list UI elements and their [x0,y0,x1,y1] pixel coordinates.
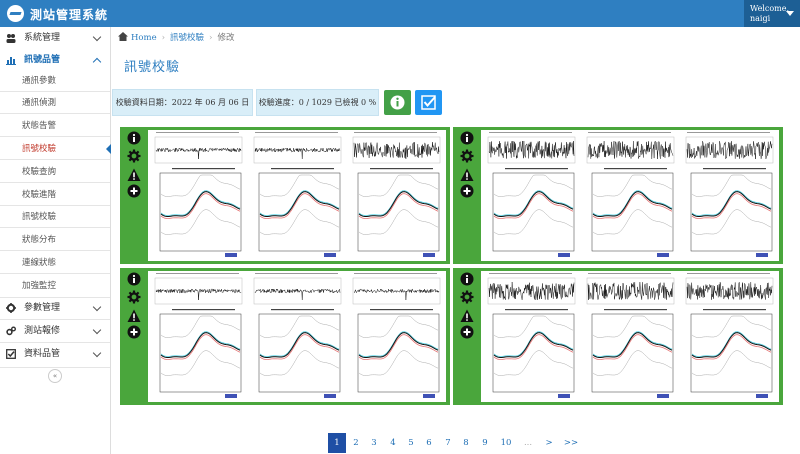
warning-icon[interactable] [127,309,141,323]
page-10-button[interactable]: 10 [497,433,515,453]
plot-panel [481,271,779,402]
app-title: 測站管理系統 [30,8,109,22]
page-3-button[interactable]: 3 [365,433,383,453]
plot-panel [481,130,779,261]
logo-icon [7,5,24,22]
sidebar-item-connection-status[interactable]: 連線狀態 [0,253,110,273]
page-4-button[interactable]: 4 [384,433,402,453]
check-date-box: 校驗資料日期：2022 年 06 月 06 日 [112,89,253,116]
sidebar-group-params[interactable]: 參數管理 [0,297,110,319]
chevron-down-icon [92,348,102,358]
check-progress-box: 校驗進度：0 / 1029 已檢視 0 % [256,89,379,116]
plus-icon[interactable] [127,184,141,198]
sidebar-collapse-button[interactable]: « [48,369,62,383]
last-page-button[interactable]: >> [562,433,580,453]
page-5-button[interactable]: 5 [402,433,420,453]
sidebar-group-repair[interactable]: 測站報修 [0,320,110,342]
user-menu[interactable]: Welcome, naigi [744,0,800,27]
plot-panel [148,130,446,261]
pagination-ellipsis: ... [523,438,533,448]
sidebar-group-label: 參數管理 [24,303,61,313]
plot-panel [148,271,446,402]
gear-icon[interactable] [127,149,141,163]
info-icon[interactable] [127,272,141,286]
info-button[interactable] [384,90,411,115]
sidebar-item-status-distribution[interactable]: 狀態分布 [0,230,110,250]
gear-icon [6,303,16,313]
page-9-button[interactable]: 9 [476,433,494,453]
chevron-up-icon [92,57,102,67]
bar-chart-icon [6,57,16,65]
sidebar-group-label: 測站報修 [24,326,61,336]
check-square-icon [6,349,16,359]
page-title: 訊號校驗 [124,60,181,75]
sidebar-item-check-query[interactable]: 校驗查詢 [0,162,110,182]
sidebar-group-label: 資料品管 [24,349,61,359]
gear-icon[interactable] [460,149,474,163]
check-square-icon [421,95,436,110]
station-card[interactable] [453,127,783,264]
sidebar-item-signal-check-2[interactable]: 訊號校驗 [0,207,110,227]
users-icon [6,34,16,43]
breadcrumb-section-link[interactable]: 訊號校驗 [170,33,204,43]
station-card[interactable] [453,268,783,405]
card-toolbar [120,127,148,264]
info-icon[interactable] [127,131,141,145]
sidebar: 系統管理 訊號品管 通訊參數 通訊偵測 狀態告警 訊號校驗 校驗查詢 校驗進階 … [0,27,111,454]
chevron-down-icon [92,32,102,42]
plus-icon[interactable] [460,184,474,198]
top-bar: 測站管理系統 Welcome, naigi [0,0,800,27]
sidebar-item-signal-check[interactable]: 訊號校驗 [0,139,111,159]
sidebar-item-comm-detect[interactable]: 通訊偵測 [0,93,110,113]
gears-icon [6,326,16,336]
breadcrumb-home-link[interactable]: Home [131,33,157,43]
plus-icon[interactable] [460,325,474,339]
gear-icon[interactable] [460,290,474,304]
card-toolbar [453,268,481,405]
sidebar-group-system[interactable]: 系統管理 [0,27,110,49]
sidebar-group-data-qc[interactable]: 資料品管 [0,343,110,365]
plus-icon[interactable] [127,325,141,339]
warning-icon[interactable] [460,309,474,323]
caret-down-icon [786,11,794,16]
info-icon [390,95,405,110]
page-7-button[interactable]: 7 [439,433,457,453]
page-1-button[interactable]: 1 [328,433,346,453]
home-icon [118,32,128,41]
chevron-down-icon [92,325,102,335]
station-card[interactable] [120,127,450,264]
next-page-button[interactable]: > [540,433,558,453]
station-card[interactable] [120,268,450,405]
warning-icon[interactable] [127,168,141,182]
sidebar-item-check-advanced[interactable]: 校驗進階 [0,185,110,205]
page-6-button[interactable]: 6 [420,433,438,453]
sidebar-item-status-alert[interactable]: 狀態告警 [0,116,110,136]
breadcrumb: Home › 訊號校驗 › 修改 [118,31,234,45]
gear-icon[interactable] [127,290,141,304]
sidebar-item-comm-params[interactable]: 通訊參數 [0,71,110,91]
chevron-down-icon [92,302,102,312]
info-icon[interactable] [460,272,474,286]
sidebar-item-enhanced-monitor[interactable]: 加強監控 [0,276,110,296]
info-icon[interactable] [460,131,474,145]
breadcrumb-current: 修改 [217,33,235,43]
sidebar-group-signal-qc[interactable]: 訊號品管 [0,49,110,71]
card-toolbar [453,127,481,264]
page-8-button[interactable]: 8 [457,433,475,453]
sidebar-group-label: 訊號品管 [24,55,61,65]
confirm-check-button[interactable] [415,90,442,115]
warning-icon[interactable] [460,168,474,182]
page-2-button[interactable]: 2 [347,433,365,453]
sidebar-group-label: 系統管理 [24,33,61,43]
card-toolbar [120,268,148,405]
